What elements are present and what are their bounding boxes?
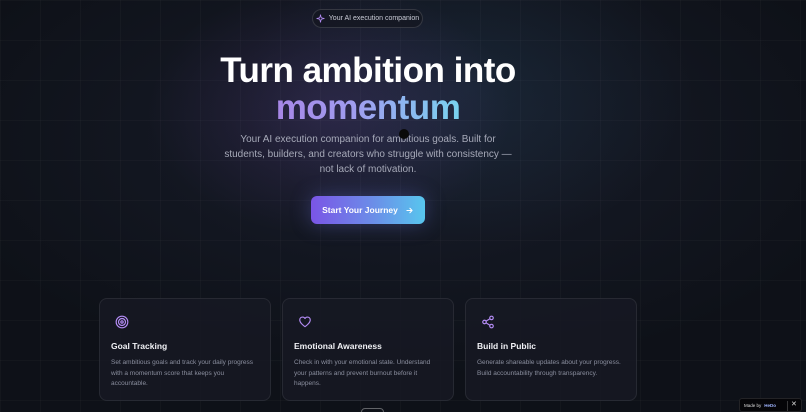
feature-card-goal-tracking: Goal Tracking Set ambitious goals and tr… — [99, 298, 271, 401]
hero-badge: Your AI execution companion — [312, 9, 423, 28]
share-icon — [482, 315, 494, 329]
made-by-divider — [787, 401, 788, 411]
made-by-label: Made by — [744, 402, 762, 408]
close-icon[interactable]: ✕ — [791, 399, 797, 411]
made-by-badge[interactable]: Made by HeDo ✕ — [739, 398, 802, 412]
hero-subtitle: Your AI execution companion for ambitiou… — [224, 134, 512, 175]
hero-title-line1: Turn ambition into — [220, 51, 516, 90]
badge-label: Your AI execution companion — [328, 15, 420, 22]
scroll-indicator[interactable] — [361, 408, 384, 412]
sparkle-icon — [316, 14, 325, 23]
made-by-brand: HeDo — [764, 402, 777, 408]
start-journey-button[interactable]: Start Your Journey — [311, 196, 425, 224]
feature-title: Build in Public — [477, 341, 537, 351]
arrow-right-icon — [406, 207, 413, 213]
feature-description: Set ambitious goals and track your daily… — [111, 359, 253, 387]
feature-title: Emotional Awareness — [294, 341, 382, 351]
feature-title: Goal Tracking — [111, 341, 168, 351]
hero-title-highlight: momentum — [275, 88, 461, 127]
feature-card-build-in-public: Build in Public Generate shareable updat… — [465, 298, 637, 401]
feature-description: Check in with your emotional state. Unde… — [294, 359, 431, 387]
cta-label: Start Your Journey — [322, 205, 398, 215]
hero-title: Turn ambition into momentum — [0, 52, 736, 126]
feature-description: Generate shareable updates about your pr… — [477, 359, 621, 377]
heart-icon — [299, 316, 311, 328]
feature-card-emotional-awareness: Emotional Awareness Check in with your e… — [282, 298, 454, 401]
target-icon — [115, 315, 129, 329]
mouse-cursor — [399, 129, 409, 139]
